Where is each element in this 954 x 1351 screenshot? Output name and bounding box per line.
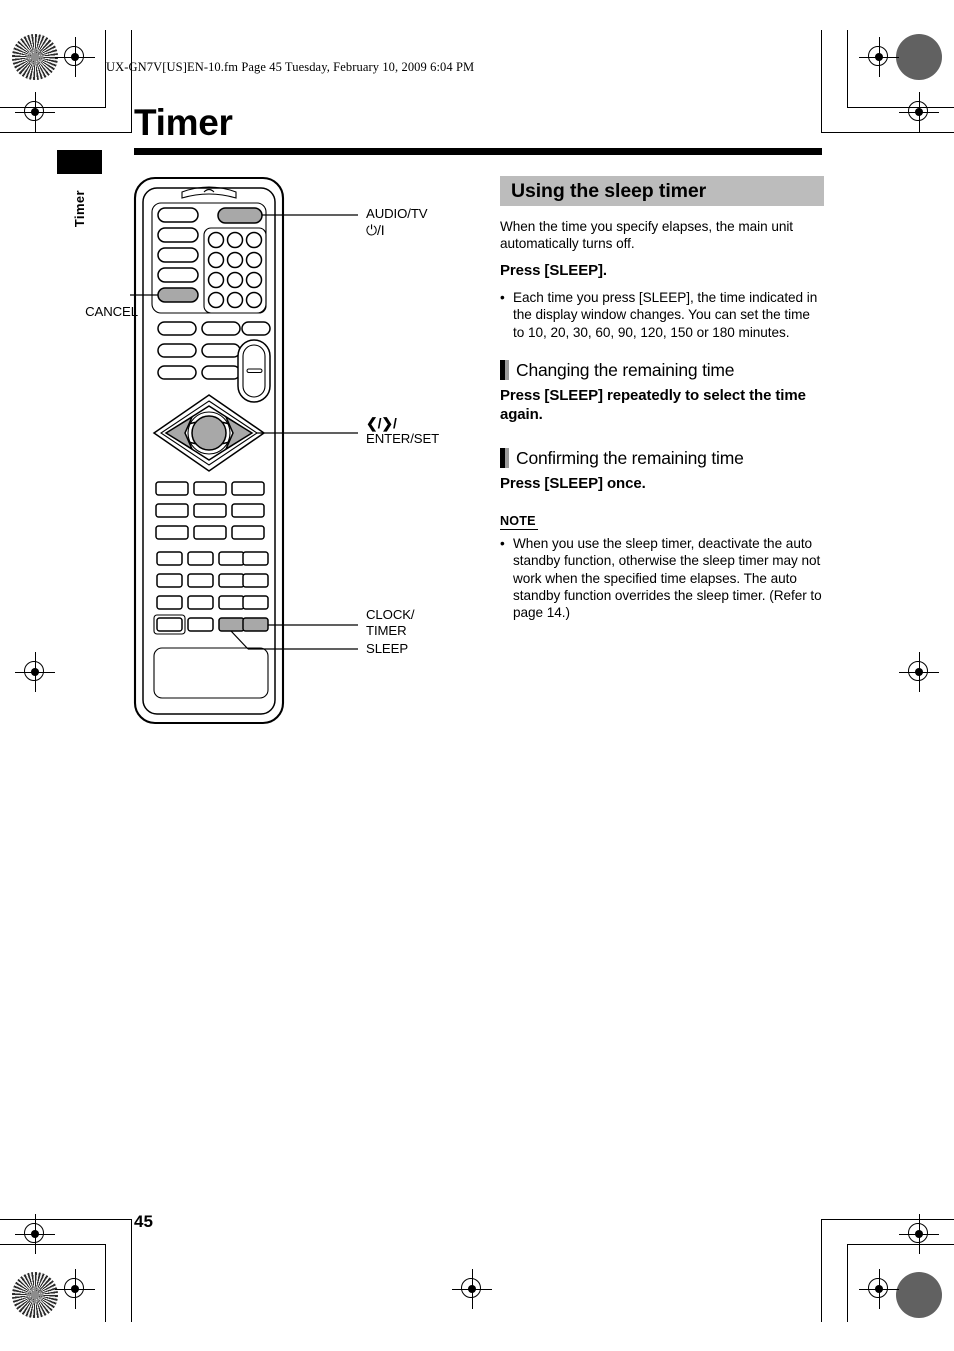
crop-line bbox=[131, 30, 133, 133]
press-sleep-bullet: • Each time you press [SLEEP], the time … bbox=[500, 289, 822, 341]
registration-mark bbox=[859, 37, 899, 77]
page-title: Timer bbox=[134, 102, 233, 143]
file-header: UX-GN7V[US]EN-10.fm Page 45 Tuesday, Feb… bbox=[106, 60, 475, 74]
callout-enter-set-line1: ❮/❯/ bbox=[366, 415, 397, 431]
callout-cancel-line1: CANCEL bbox=[85, 304, 138, 319]
remote-control-figure: .out { fill:#ffffff; stroke:#000000; str… bbox=[85, 170, 460, 730]
note-label: NOTE bbox=[500, 514, 536, 528]
registration-mark bbox=[899, 1214, 939, 1254]
left-oval-4 bbox=[157, 267, 199, 283]
section-heading-text: Using the sleep timer bbox=[511, 179, 707, 202]
subheading-changing-text: Changing the remaining time bbox=[516, 360, 735, 380]
callout-sleep-line1: SLEEP bbox=[366, 641, 409, 656]
page-canvas: UX-GN7V[US]EN-10.fm Page 45 Tuesday, Feb… bbox=[0, 0, 954, 1351]
page-number: 45 bbox=[134, 1212, 153, 1231]
left-column-buttons bbox=[157, 207, 199, 303]
registration-mark bbox=[15, 652, 55, 692]
crop-line bbox=[821, 1219, 823, 1322]
registration-mark bbox=[899, 652, 939, 692]
subheading-marker-gray bbox=[505, 360, 509, 380]
cancel-button-highlight bbox=[157, 287, 199, 303]
registration-mark bbox=[15, 92, 55, 132]
enter-set-center-highlight bbox=[191, 415, 227, 451]
registration-mark bbox=[55, 37, 95, 77]
crop-line bbox=[131, 1219, 133, 1322]
note-bullet-text: When you use the sleep timer, deactivate… bbox=[513, 536, 822, 621]
bullet-glyph: • bbox=[500, 290, 505, 305]
crop-line bbox=[105, 1244, 107, 1322]
crop-line bbox=[822, 132, 954, 134]
clock-timer-button-highlight bbox=[242, 617, 269, 632]
left-oval-2 bbox=[157, 227, 199, 243]
crop-line bbox=[847, 1244, 849, 1322]
sleep-button-highlight bbox=[218, 617, 245, 632]
crop-line bbox=[0, 132, 132, 134]
crop-line bbox=[847, 30, 849, 108]
callout-clock-timer-line1: CLOCK/ bbox=[366, 607, 415, 622]
registration-mark bbox=[55, 1269, 95, 1309]
subheading-marker-gray bbox=[505, 448, 509, 468]
subheading-confirming-remaining-time: Confirming the remaining time bbox=[500, 448, 822, 468]
remote-control-svg: .out { fill:#ffffff; stroke:#000000; str… bbox=[108, 176, 358, 725]
thumb-tab-label: Timer bbox=[72, 190, 87, 228]
crop-line bbox=[821, 30, 823, 133]
callout-audio-tv-line1: AUDIO/TV bbox=[366, 206, 428, 221]
changing-instruction: Press [SLEEP] repeatedly to select the t… bbox=[500, 387, 806, 423]
callout-enter-set: ❮/❯/ ENTER/SET bbox=[366, 415, 439, 448]
subheading-confirming-text: Confirming the remaining time bbox=[516, 448, 744, 468]
halftone-registration-target bbox=[12, 1272, 58, 1318]
crop-line bbox=[0, 1244, 106, 1246]
audio-tv-power-button-highlight bbox=[217, 207, 263, 224]
volume-rocker bbox=[237, 339, 271, 403]
thumb-tab-block bbox=[57, 150, 102, 174]
callout-clock-timer-line2: TIMER bbox=[366, 623, 407, 639]
note-bullet: • When you use the sleep timer, deactiva… bbox=[500, 535, 822, 621]
left-oval-3 bbox=[157, 247, 199, 263]
registration-mark bbox=[452, 1269, 492, 1309]
subheading-changing-remaining-time: Changing the remaining time bbox=[500, 360, 822, 380]
callout-cancel: CANCEL bbox=[85, 304, 138, 320]
bullet-glyph: • bbox=[500, 536, 505, 551]
press-sleep-instruction: Press [SLEEP]. bbox=[500, 262, 607, 279]
press-sleep-bullet-text: Each time you press [SLEEP], the time in… bbox=[513, 290, 818, 340]
solid-density-target bbox=[896, 1272, 942, 1318]
crop-line bbox=[848, 1244, 954, 1246]
power-icon: ⏻/I bbox=[366, 222, 385, 239]
registration-mark bbox=[859, 1269, 899, 1309]
transport-buttons bbox=[155, 481, 265, 540]
registration-mark bbox=[899, 92, 939, 132]
callout-sleep: SLEEP bbox=[366, 641, 408, 657]
section-heading-bar: Using the sleep timer bbox=[500, 176, 824, 206]
callout-audio-tv: AUDIO/TV ⏻/I bbox=[366, 206, 428, 239]
note-underline bbox=[500, 529, 538, 531]
intro-paragraph: When the time you specify elapses, the m… bbox=[500, 219, 794, 252]
registration-mark bbox=[15, 1214, 55, 1254]
solid-density-target bbox=[896, 34, 942, 80]
title-rule bbox=[134, 148, 822, 155]
crop-line bbox=[848, 107, 954, 109]
callout-enter-set-line2: ENTER/SET bbox=[366, 431, 440, 447]
left-oval-1 bbox=[157, 207, 199, 223]
crop-line bbox=[0, 107, 106, 109]
confirming-instruction: Press [SLEEP] once. bbox=[500, 475, 646, 492]
callout-clock-timer: CLOCK/ TIMER bbox=[366, 607, 415, 640]
halftone-registration-target bbox=[12, 34, 58, 80]
